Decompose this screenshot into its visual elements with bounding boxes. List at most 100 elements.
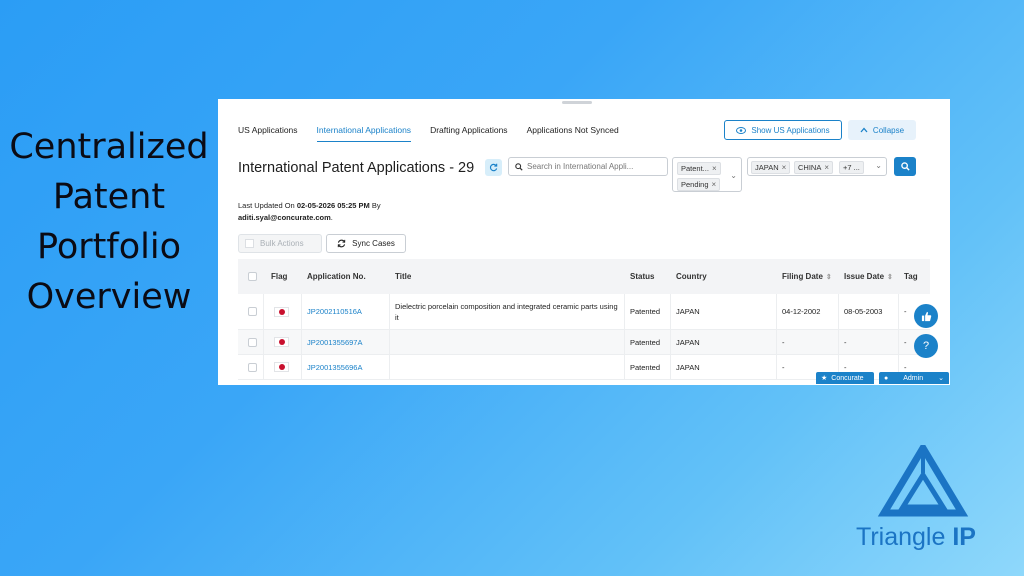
status-filter-select[interactable]: Patent... × Pending × ⌄ <box>672 157 742 192</box>
status-dot-icon: ● <box>884 374 889 382</box>
country-chip-japan[interactable]: JAPAN × <box>751 161 791 174</box>
country-cell: JAPAN <box>676 307 700 316</box>
page-title: International Patent Applications - 29 <box>238 160 475 176</box>
chip-label: CHINA <box>798 163 822 172</box>
status-cell: Patented <box>630 307 661 316</box>
header-issue-date[interactable]: Issue Date ⇕ <box>844 259 893 294</box>
header-country: Country <box>676 272 707 281</box>
header-filing-date[interactable]: Filing Date ⇕ <box>782 259 832 294</box>
table-header: Flag Application No. Title Status Countr… <box>238 259 930 294</box>
admin-label: Admin <box>903 374 924 382</box>
thumbs-up-icon <box>921 311 931 321</box>
search-button[interactable] <box>894 157 916 176</box>
tags-cell: - <box>904 337 907 347</box>
row-checkbox[interactable] <box>248 294 257 329</box>
concurate-chip[interactable]: ★ Concurate <box>816 372 874 384</box>
collapse-label: Collapse <box>872 125 905 135</box>
sync-cases-button[interactable]: Sync Cases <box>326 234 406 253</box>
sync-icon <box>337 239 346 248</box>
status-cell: Patented <box>630 362 661 372</box>
tab-drafting-applications[interactable]: Drafting Applications <box>430 125 508 142</box>
tab-applications-not-synced[interactable]: Applications Not Synced <box>527 125 619 142</box>
chevron-up-icon <box>860 127 868 133</box>
application-number-link[interactable]: JP2001355696A <box>307 355 362 379</box>
chip-label: Pending <box>681 180 709 189</box>
tags-cell: - <box>904 307 907 316</box>
last-updated-info: Last Updated On 02-05-2026 05:25 PM By a… <box>238 200 478 224</box>
header-status: Status <box>630 272 655 281</box>
japan-flag-icon <box>274 355 289 379</box>
table-row[interactable]: JP2002110516A Dielectric porcelain compo… <box>238 294 930 330</box>
table-row[interactable]: JP2001355697A Patented JAPAN - - - <box>238 330 930 355</box>
chip-label: Patent... <box>681 164 709 173</box>
headline: Centralized Patent Portfolio Overview <box>0 122 218 322</box>
issue-date-cell: - <box>844 337 847 347</box>
headline-line-1: Centralized <box>9 127 209 167</box>
tab-us-applications[interactable]: US Applications <box>238 125 298 142</box>
header-application-no[interactable]: Application No. <box>307 259 366 294</box>
remove-chip-icon[interactable]: × <box>712 164 717 173</box>
user-email: aditi.syal@concurate.com <box>238 213 331 222</box>
filing-date-cell: 04-12-2002 <box>782 307 821 316</box>
concurate-label: Concurate <box>831 374 864 382</box>
feedback-button[interactable] <box>914 304 938 328</box>
japan-flag-icon <box>274 330 289 354</box>
show-us-applications-button[interactable]: Show US Applications <box>724 120 842 140</box>
japan-flag-icon <box>274 294 289 329</box>
country-cell: JAPAN <box>676 337 700 347</box>
header-flag: Flag <box>271 272 288 281</box>
tab-international-applications[interactable]: International Applications <box>316 125 412 142</box>
application-number-link[interactable]: JP2001355697A <box>307 330 362 354</box>
triangle-ip-logo: Triangle IP <box>848 445 998 555</box>
bulk-actions-label: Bulk Actions <box>260 239 304 248</box>
search-placeholder: Search in International Appli... <box>527 162 634 171</box>
search-icon <box>515 162 523 171</box>
drag-handle[interactable] <box>562 101 592 104</box>
chevron-down-icon: ⌄ <box>938 375 944 382</box>
country-chip-more[interactable]: +7 ... <box>839 161 864 174</box>
headline-line-4: Overview <box>26 277 192 317</box>
updated-prefix: Last Updated On <box>238 201 295 210</box>
admin-menu[interactable]: ● Admin ⌄ <box>879 372 949 384</box>
remove-chip-icon[interactable]: × <box>782 163 787 172</box>
search-icon <box>900 162 910 171</box>
chevron-down-icon[interactable]: ⌄ <box>875 161 882 170</box>
country-cell: JAPAN <box>676 362 700 372</box>
chip-label: +7 ... <box>843 163 860 172</box>
row-checkbox[interactable] <box>248 355 257 379</box>
updated-period: . <box>330 213 333 222</box>
issue-date-label: Issue Date <box>844 272 885 281</box>
status-chip-patented[interactable]: Patent... × <box>677 162 721 175</box>
chip-label: JAPAN <box>755 163 779 172</box>
country-chip-china[interactable]: CHINA × <box>794 161 834 174</box>
filing-date-label: Filing Date <box>782 272 823 281</box>
help-button[interactable]: ? <box>914 334 938 358</box>
application-number-link[interactable]: JP2002110516A <box>307 294 362 329</box>
brand-name-part2: IP <box>952 523 976 551</box>
sort-icon[interactable]: ⇕ <box>826 273 832 281</box>
title-cell: Dielectric porcelain composition and int… <box>395 301 618 322</box>
filing-date-cell: - <box>782 337 785 347</box>
refresh-icon <box>489 163 498 172</box>
tab-bar: US Applications International Applicatio… <box>238 125 638 142</box>
status-chip-pending[interactable]: Pending × <box>677 178 721 191</box>
triangle-logo-icon <box>877 445 969 517</box>
applications-table: Flag Application No. Title Status Countr… <box>238 259 930 380</box>
show-us-applications-label: Show US Applications <box>751 125 830 135</box>
sync-cases-label: Sync Cases <box>352 239 395 248</box>
country-filter-select[interactable]: JAPAN × CHINA × +7 ... ⌄ <box>747 157 887 176</box>
bulk-actions-button[interactable]: Bulk Actions <box>238 234 322 253</box>
brand-name-part1: Triangle <box>856 523 953 551</box>
search-input[interactable]: Search in International Appli... <box>508 157 668 176</box>
refresh-button[interactable] <box>485 159 502 176</box>
header-tags: Tag <box>904 272 918 281</box>
app-window: US Applications International Applicatio… <box>218 99 950 385</box>
select-all-checkbox[interactable] <box>248 259 257 294</box>
row-checkbox[interactable] <box>248 330 257 354</box>
chevron-down-icon[interactable]: ⌄ <box>730 171 737 180</box>
sort-icon[interactable]: ⇕ <box>887 273 893 281</box>
remove-chip-icon[interactable]: × <box>712 180 717 189</box>
remove-chip-icon[interactable]: × <box>824 163 829 172</box>
status-cell: Patented <box>630 337 661 347</box>
collapse-button[interactable]: Collapse <box>848 120 916 140</box>
